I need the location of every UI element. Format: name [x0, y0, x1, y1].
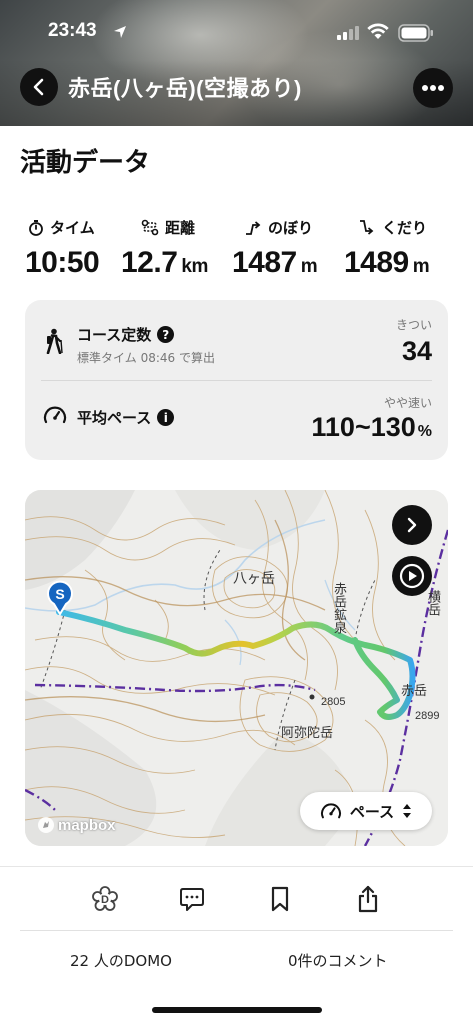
stat-number: 1489	[344, 246, 409, 279]
pace-number: 110~130	[311, 412, 416, 442]
domo-count-link[interactable]: 22 人のDOMO	[70, 950, 172, 971]
play-circle-icon	[399, 563, 425, 589]
location-arrow-icon	[114, 26, 126, 38]
course-pace-card: コース定数 ? 標準タイム 08:46 で算出 きつい 34 平均ペース i や…	[25, 300, 448, 460]
course-constant-value: 34	[402, 336, 432, 367]
hiker-icon	[46, 328, 63, 354]
stats-values: 10:50 12.7 km 1487 m 1489 m	[0, 246, 473, 282]
page-title: 赤岳(八ヶ岳)(空撮あり)	[68, 76, 302, 101]
course-number: 34	[401, 336, 432, 366]
chevron-left-icon	[33, 78, 44, 96]
pace-button-label: ペース	[349, 802, 395, 821]
bottom-divider	[20, 930, 453, 931]
stat-label-ascent: のぼり	[244, 217, 313, 238]
stat-number: 10:50	[25, 246, 100, 279]
mapbox-attribution[interactable]: mapbox	[37, 816, 116, 834]
mapbox-text: mapbox	[58, 816, 116, 834]
start-marker-label: S	[55, 586, 64, 602]
share-icon	[358, 885, 378, 913]
start-marker-icon: S	[47, 580, 73, 616]
ellipsis-icon	[422, 85, 444, 91]
average-pace-row[interactable]: 平均ペース i やや速い 110~130%	[25, 380, 448, 460]
comment-count-link[interactable]: 0件のコメント	[288, 950, 388, 971]
stat-label-time: タイム	[28, 217, 95, 238]
back-button[interactable]	[20, 68, 58, 106]
map-label-akadake-kosen: 赤岳鉱泉	[331, 582, 346, 634]
stopwatch-icon	[29, 220, 43, 236]
stat-value-ascent: 1487 m	[232, 246, 318, 280]
share-button[interactable]	[354, 885, 382, 913]
domo-button[interactable]: D	[91, 885, 119, 913]
pace-select-button[interactable]: ペース	[300, 792, 432, 830]
home-indicator	[152, 1007, 322, 1013]
stat-label-text: のぼり	[268, 219, 314, 237]
descent-arrow-icon	[360, 220, 374, 235]
battery-icon	[398, 24, 433, 42]
speedometer-icon	[43, 406, 67, 424]
bottom-action-bar: D 22 人のDOMO 0件のコメント	[0, 866, 473, 1024]
average-pace-title: 平均ペース i	[77, 407, 175, 428]
stat-label-text: 距離	[165, 219, 196, 237]
header-photo: 23:43 赤岳(八ヶ岳)(空撮あり)	[0, 0, 473, 126]
wifi-icon	[367, 23, 389, 39]
map-label-amidadake: 阿弥陀岳	[281, 726, 334, 741]
more-options-button[interactable]	[413, 68, 453, 108]
stat-label-text: くだり	[382, 219, 428, 237]
mapbox-logo-icon	[38, 817, 54, 833]
route-distance-icon	[141, 219, 159, 236]
average-pace-label: 平均ペース	[77, 409, 152, 427]
map-label-elevation-2805: 2805	[321, 696, 346, 708]
stat-number: 12.7	[121, 246, 178, 279]
map-label-yatsugatake: 八ヶ岳	[233, 571, 275, 587]
info-icon[interactable]: i	[157, 409, 175, 426]
course-constant-title: コース定数 ?	[77, 324, 175, 345]
stat-unit: m	[412, 256, 430, 277]
sort-arrows-icon	[403, 804, 412, 818]
speedometer-icon	[320, 803, 341, 819]
map-label-akadake: 赤岳	[401, 684, 428, 699]
stat-label-text: タイム	[50, 219, 95, 237]
stat-unit: m	[300, 256, 318, 277]
bookmark-button[interactable]	[266, 885, 294, 913]
stat-value-time: 10:50	[25, 246, 100, 280]
stats-labels: タイム 距離 のぼり くだり	[0, 217, 473, 241]
stat-value-distance: 12.7 km	[121, 246, 208, 280]
stat-label-descent: くだり	[358, 217, 427, 238]
ascent-arrow-icon	[246, 221, 261, 235]
section-title: 活動データ	[20, 147, 151, 177]
course-constant-row[interactable]: コース定数 ? 標準タイム 08:46 で算出 きつい 34	[25, 300, 448, 380]
stat-label-distance: 距離	[141, 217, 195, 238]
comment-button[interactable]	[178, 885, 206, 913]
map-label-elevation-2899: 2899	[415, 710, 440, 722]
map-label-yokodake: 横岳	[425, 590, 440, 616]
course-rating: きつい	[395, 318, 432, 332]
stat-value-descent: 1489 m	[344, 246, 430, 280]
domo-flower-icon: D	[92, 886, 118, 911]
pace-unit: %	[417, 423, 432, 440]
route-map[interactable]: 八ヶ岳 赤岳鉱泉 横岳 赤岳 阿弥陀岳 2805 2899 S ペース mapb…	[25, 490, 448, 846]
course-constant-label: コース定数	[77, 326, 152, 344]
chevron-right-icon	[407, 517, 417, 533]
help-icon[interactable]: ?	[157, 326, 175, 343]
stat-unit: km	[181, 256, 208, 277]
stat-number: 1487	[232, 246, 297, 279]
svg-text:D: D	[101, 894, 109, 906]
status-time: 23:43	[48, 20, 97, 41]
bookmark-icon	[271, 886, 289, 912]
map-expand-button[interactable]	[392, 505, 432, 545]
comment-icon	[180, 888, 204, 911]
standard-time-note: 標準タイム 08:46 で算出	[77, 351, 215, 365]
cellular-signal-icon	[337, 26, 359, 40]
average-pace-value: 110~130%	[311, 412, 432, 443]
status-bar: 23:43	[0, 18, 473, 48]
map-play-button[interactable]	[392, 556, 432, 596]
pace-rating: やや速い	[383, 396, 432, 410]
